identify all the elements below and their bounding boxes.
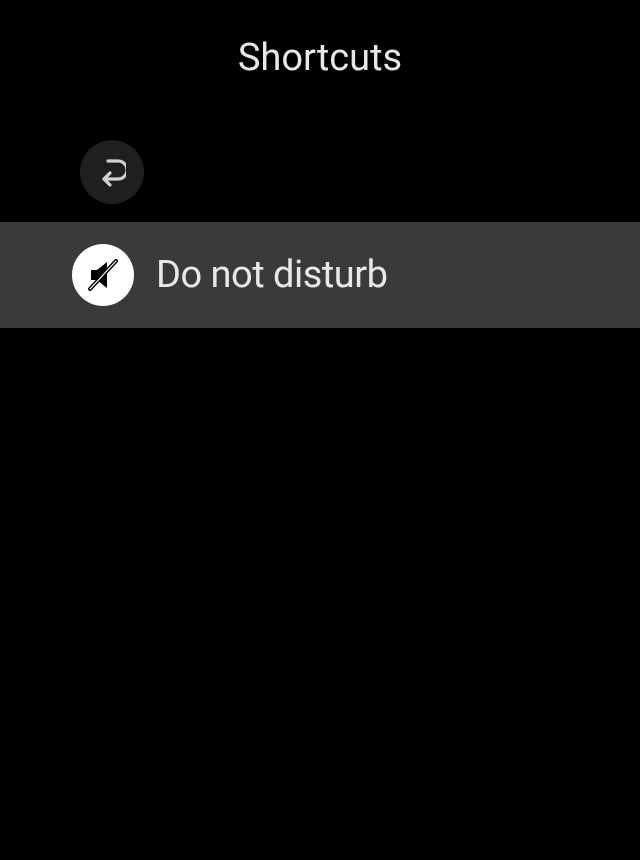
return-arrow-icon bbox=[98, 157, 126, 187]
header: Shortcuts bbox=[0, 0, 640, 100]
list-item-alarms[interactable]: Alarms bbox=[0, 328, 640, 434]
list-item-label: Alarms bbox=[156, 359, 274, 403]
list-item-timer[interactable]: Timer bbox=[0, 434, 640, 532]
bell-icon bbox=[72, 350, 134, 412]
stopwatch-icon bbox=[72, 448, 134, 510]
list-item-dnd[interactable]: Do not disturb bbox=[0, 222, 640, 328]
shortcut-list: Do not disturb Alarms Timer bbox=[0, 222, 640, 532]
back-row bbox=[0, 140, 640, 204]
list-item-label: Timer bbox=[156, 457, 252, 501]
mute-icon bbox=[72, 244, 134, 306]
list-item-label: Do not disturb bbox=[156, 253, 387, 297]
page-title: Shortcuts bbox=[0, 36, 640, 80]
back-button[interactable] bbox=[80, 140, 144, 204]
